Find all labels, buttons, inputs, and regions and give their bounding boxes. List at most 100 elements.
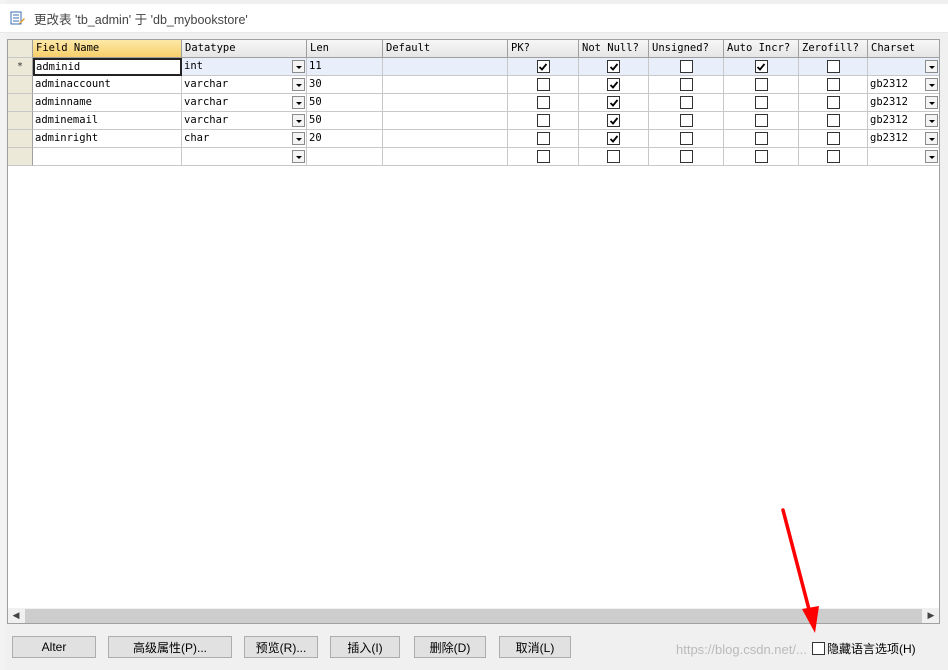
not-null-checkbox[interactable] — [607, 132, 620, 145]
not-null-checkbox[interactable] — [607, 78, 620, 91]
len-cell[interactable]: 50 — [307, 94, 383, 112]
row-header[interactable]: * — [8, 58, 33, 76]
auto-incr-checkbox[interactable] — [754, 150, 768, 163]
zerofill-checkbox[interactable] — [826, 150, 840, 163]
field-name-cell[interactable]: adminname — [33, 94, 182, 112]
col-header-auto-incr[interactable]: Auto Incr? — [724, 40, 799, 58]
charset-cell[interactable]: gb2312 — [868, 112, 939, 130]
pk-checkbox[interactable] — [536, 132, 550, 145]
auto-incr-checkbox[interactable] — [754, 114, 768, 127]
not-null-checkbox[interactable] — [607, 114, 620, 127]
unsigned-checkbox[interactable] — [679, 60, 693, 73]
len-cell[interactable]: 11 — [307, 58, 383, 76]
cancel-button[interactable]: 取消(L) — [499, 636, 571, 658]
row-header[interactable] — [8, 112, 33, 130]
default-cell[interactable] — [383, 58, 508, 76]
advanced-properties-button[interactable]: 高级属性(P)... — [108, 636, 232, 658]
default-cell[interactable] — [383, 130, 508, 148]
table-row[interactable]: adminaccount varchar 30 gb2312 — [8, 76, 939, 94]
pk-checkbox[interactable] — [536, 78, 550, 91]
auto-incr-checkbox[interactable] — [754, 60, 768, 73]
zerofill-checkbox[interactable] — [826, 78, 840, 91]
chevron-down-icon[interactable] — [925, 78, 938, 91]
default-cell[interactable] — [383, 112, 508, 130]
col-header-datatype[interactable]: Datatype — [182, 40, 307, 58]
zerofill-checkbox[interactable] — [826, 114, 840, 127]
not-null-checkbox[interactable] — [607, 150, 620, 163]
field-name-cell[interactable]: adminright — [33, 130, 182, 148]
unsigned-checkbox[interactable] — [679, 150, 693, 163]
zerofill-checkbox[interactable] — [826, 132, 840, 145]
chevron-down-icon[interactable] — [292, 114, 305, 127]
row-header[interactable] — [8, 148, 33, 166]
datatype-cell[interactable]: varchar — [182, 76, 307, 94]
col-header-unsigned[interactable]: Unsigned? — [649, 40, 724, 58]
col-header-len[interactable]: Len — [307, 40, 383, 58]
field-name-cell[interactable]: adminemail — [33, 112, 182, 130]
table-row[interactable] — [8, 148, 939, 166]
datatype-cell[interactable]: varchar — [182, 112, 307, 130]
table-row[interactable]: adminemail varchar 50 gb2312 — [8, 112, 939, 130]
chevron-down-icon[interactable] — [292, 132, 305, 145]
len-cell[interactable] — [307, 148, 383, 166]
datatype-cell[interactable]: varchar — [182, 94, 307, 112]
col-header-zerofill[interactable]: Zerofill? — [799, 40, 868, 58]
default-cell[interactable] — [383, 94, 508, 112]
len-cell[interactable]: 50 — [307, 112, 383, 130]
field-name-cell[interactable] — [33, 148, 182, 166]
delete-button[interactable]: 删除(D) — [414, 636, 486, 658]
hide-language-checkbox[interactable] — [812, 642, 825, 655]
auto-incr-checkbox[interactable] — [754, 96, 768, 109]
datatype-cell[interactable]: int — [182, 58, 307, 76]
chevron-down-icon[interactable] — [925, 114, 938, 127]
corner-cell[interactable] — [8, 40, 33, 58]
charset-cell[interactable]: gb2312 — [868, 76, 939, 94]
table-row[interactable]: adminright char 20 gb2312 — [8, 130, 939, 148]
table-row[interactable]: adminname varchar 50 gb2312 — [8, 94, 939, 112]
pk-checkbox[interactable] — [536, 150, 550, 163]
field-name-cell[interactable]: adminaccount — [33, 76, 182, 94]
chevron-down-icon[interactable] — [292, 78, 305, 91]
len-cell[interactable]: 20 — [307, 130, 383, 148]
pk-checkbox[interactable] — [536, 114, 550, 127]
col-header-not-null[interactable]: Not Null? — [579, 40, 649, 58]
field-name-cell[interactable]: adminid — [33, 58, 182, 76]
insert-button[interactable]: 插入(I) — [330, 636, 400, 658]
datatype-cell[interactable] — [182, 148, 307, 166]
unsigned-checkbox[interactable] — [679, 78, 693, 91]
charset-cell[interactable]: gb2312 — [868, 94, 939, 112]
scroll-right-icon[interactable]: ▶ — [923, 608, 939, 624]
not-null-checkbox[interactable] — [607, 60, 620, 73]
unsigned-checkbox[interactable] — [679, 114, 693, 127]
chevron-down-icon[interactable] — [292, 60, 305, 73]
table-row[interactable]: * adminid int 11 — [8, 58, 939, 76]
datatype-cell[interactable]: char — [182, 130, 307, 148]
unsigned-checkbox[interactable] — [679, 132, 693, 145]
row-header[interactable] — [8, 76, 33, 94]
auto-incr-checkbox[interactable] — [754, 78, 768, 91]
chevron-down-icon[interactable] — [925, 60, 938, 73]
col-header-default[interactable]: Default — [383, 40, 508, 58]
preview-button[interactable]: 预览(R)... — [244, 636, 318, 658]
default-cell[interactable] — [383, 148, 508, 166]
zerofill-checkbox[interactable] — [826, 60, 840, 73]
pk-checkbox[interactable] — [536, 60, 550, 73]
chevron-down-icon[interactable] — [292, 96, 305, 109]
scroll-left-icon[interactable]: ◀ — [8, 608, 24, 624]
len-cell[interactable]: 30 — [307, 76, 383, 94]
chevron-down-icon[interactable] — [292, 150, 305, 163]
col-header-pk[interactable]: PK? — [508, 40, 579, 58]
charset-cell[interactable] — [868, 148, 939, 166]
default-cell[interactable] — [383, 76, 508, 94]
unsigned-checkbox[interactable] — [679, 96, 693, 109]
charset-cell[interactable] — [868, 58, 939, 76]
hide-language-option[interactable]: 隐藏语言选项(H) — [812, 640, 916, 657]
auto-incr-checkbox[interactable] — [754, 132, 768, 145]
pk-checkbox[interactable] — [536, 96, 550, 109]
zerofill-checkbox[interactable] — [826, 96, 840, 109]
charset-cell[interactable]: gb2312 — [868, 130, 939, 148]
chevron-down-icon[interactable] — [925, 150, 938, 163]
col-header-charset[interactable]: Charset — [868, 40, 939, 58]
chevron-down-icon[interactable] — [925, 132, 938, 145]
alter-button[interactable]: Alter — [12, 636, 96, 658]
